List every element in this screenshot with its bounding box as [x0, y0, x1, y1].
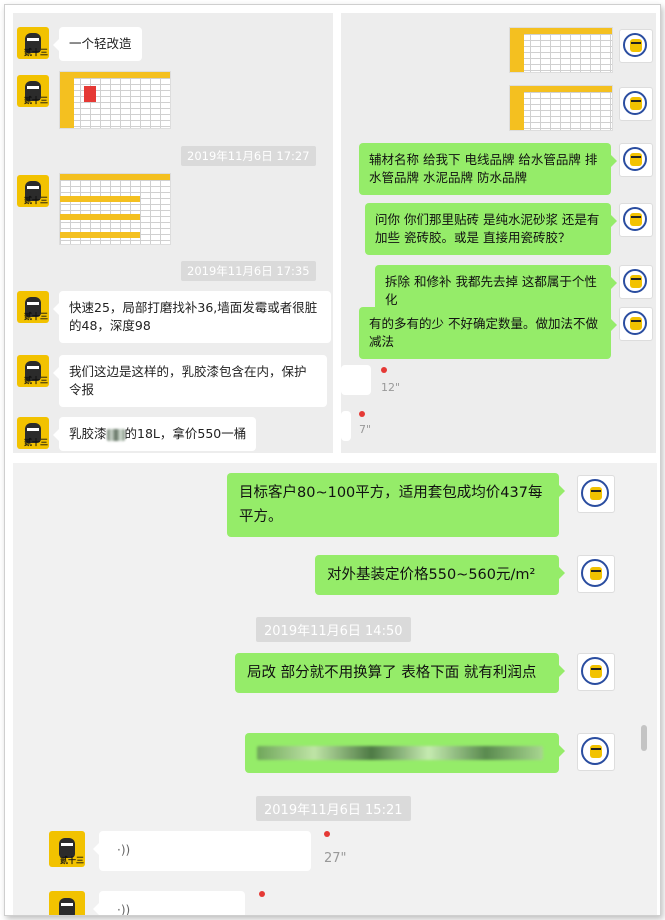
message-bubble[interactable]: 快速25，局部打磨找补36,墙面发霉或者很脏的48，深度98	[53, 291, 331, 343]
user-avatar[interactable]	[619, 143, 653, 177]
spreadsheet-image-message[interactable]	[509, 27, 613, 73]
timestamp: 2019年11月6日 17:27	[181, 146, 316, 166]
message-bubble[interactable]: 一个轻改造	[53, 27, 142, 61]
voice-duration: 12"	[381, 381, 401, 394]
user-avatar[interactable]	[577, 733, 615, 771]
user-avatar[interactable]	[619, 29, 653, 63]
redacted-message-bubble[interactable]	[245, 733, 565, 773]
contact-avatar[interactable]: 贰十三	[17, 291, 49, 323]
user-avatar[interactable]	[577, 555, 615, 593]
scrollbar-thumb[interactable]	[641, 725, 647, 751]
avatar-label: 贰十三	[24, 312, 48, 321]
timestamp: 2019年11月6日 15:21	[256, 796, 411, 821]
unread-dot	[359, 411, 365, 417]
contact-avatar[interactable]: 贰十三	[49, 891, 85, 915]
redacted-text	[106, 428, 125, 441]
user-avatar[interactable]	[619, 203, 653, 237]
message-bubble[interactable]: 局改 部分就不用换算了 表格下面 就有利润点	[235, 653, 565, 693]
chat-panel-left[interactable]: 贰十三 一个轻改造 贰十三 2019年11月6日 17:27 贰十三 2019年…	[13, 13, 333, 453]
avatar-label: 贰十三	[24, 376, 48, 385]
message-bubble[interactable]: 问你 你们那里贴砖 是纯水泥砂浆 还是有加些 瓷砖胶。或是 直接用瓷砖胶？	[365, 203, 617, 255]
message-bubble[interactable]: 目标客户80~100平方，适用套包成均价437每平方。	[227, 473, 565, 537]
contact-avatar[interactable]: 贰十三	[17, 75, 49, 107]
user-avatar[interactable]	[577, 475, 615, 513]
unread-dot	[381, 367, 387, 373]
message-text-prefix: 乳胶漆	[69, 426, 107, 441]
message-bubble[interactable]: 对外基装定价格550~560元/m²	[315, 555, 565, 595]
timestamp: 2019年11月6日 17:35	[181, 261, 316, 281]
voice-message[interactable]	[341, 411, 351, 441]
avatar-label: 贰十三	[24, 196, 48, 205]
message-text-suffix: 的18L，拿价550一桶	[124, 426, 247, 441]
chat-panel-bottom[interactable]: 目标客户80~100平方，适用套包成均价437每平方。 对外基装定价格550~5…	[13, 463, 657, 915]
contact-avatar[interactable]: 贰十三	[17, 27, 49, 59]
user-avatar[interactable]	[577, 653, 615, 691]
contact-avatar[interactable]: 贰十三	[17, 175, 49, 207]
voice-message[interactable]: ·))	[93, 831, 311, 871]
unread-dot	[324, 831, 330, 837]
voice-wave-icon: ·))	[117, 843, 131, 857]
timestamp: 2019年11月6日 14:50	[256, 617, 411, 642]
contact-avatar[interactable]: 贰十三	[17, 417, 49, 449]
user-avatar[interactable]	[619, 307, 653, 341]
spreadsheet-image-message[interactable]	[59, 71, 171, 129]
avatar-label: 贰十三	[24, 48, 48, 57]
message-bubble[interactable]: 有的多有的少 不好确定数量。做加法不做减法	[359, 307, 617, 359]
redacted-text	[257, 746, 543, 760]
contact-avatar[interactable]: 贰十三	[17, 355, 49, 387]
chat-panel-right[interactable]: 辅材名称 给我下 电线品牌 给水管品牌 排水管品牌 水泥品牌 防水品牌 问你 你…	[341, 13, 656, 453]
voice-message[interactable]: ·))	[93, 891, 245, 915]
message-bubble[interactable]: 辅材名称 给我下 电线品牌 给水管品牌 排水管品牌 水泥品牌 防水品牌	[359, 143, 617, 195]
spreadsheet-image-message[interactable]	[509, 85, 613, 131]
user-avatar[interactable]	[619, 265, 653, 299]
screenshot-frame: 贰十三 一个轻改造 贰十三 2019年11月6日 17:27 贰十三 2019年…	[4, 4, 661, 916]
voice-duration: 27"	[324, 851, 347, 866]
user-avatar[interactable]	[619, 87, 653, 121]
spreadsheet-image-message[interactable]	[59, 173, 171, 245]
contact-avatar[interactable]: 贰十三	[49, 831, 85, 867]
voice-duration: 7"	[359, 423, 372, 436]
message-bubble[interactable]: 我们这边是这样的，乳胶漆包含在内，保护令报	[53, 355, 327, 407]
voice-wave-icon: ·))	[117, 903, 131, 915]
unread-dot	[259, 891, 265, 897]
voice-message[interactable]	[341, 365, 371, 395]
avatar-label: 贰十三	[24, 438, 48, 447]
avatar-label: 贰十三	[24, 96, 48, 105]
message-bubble[interactable]: 乳胶漆 的18L，拿价550一桶	[52, 417, 257, 451]
avatar-label: 贰十三	[60, 856, 84, 865]
